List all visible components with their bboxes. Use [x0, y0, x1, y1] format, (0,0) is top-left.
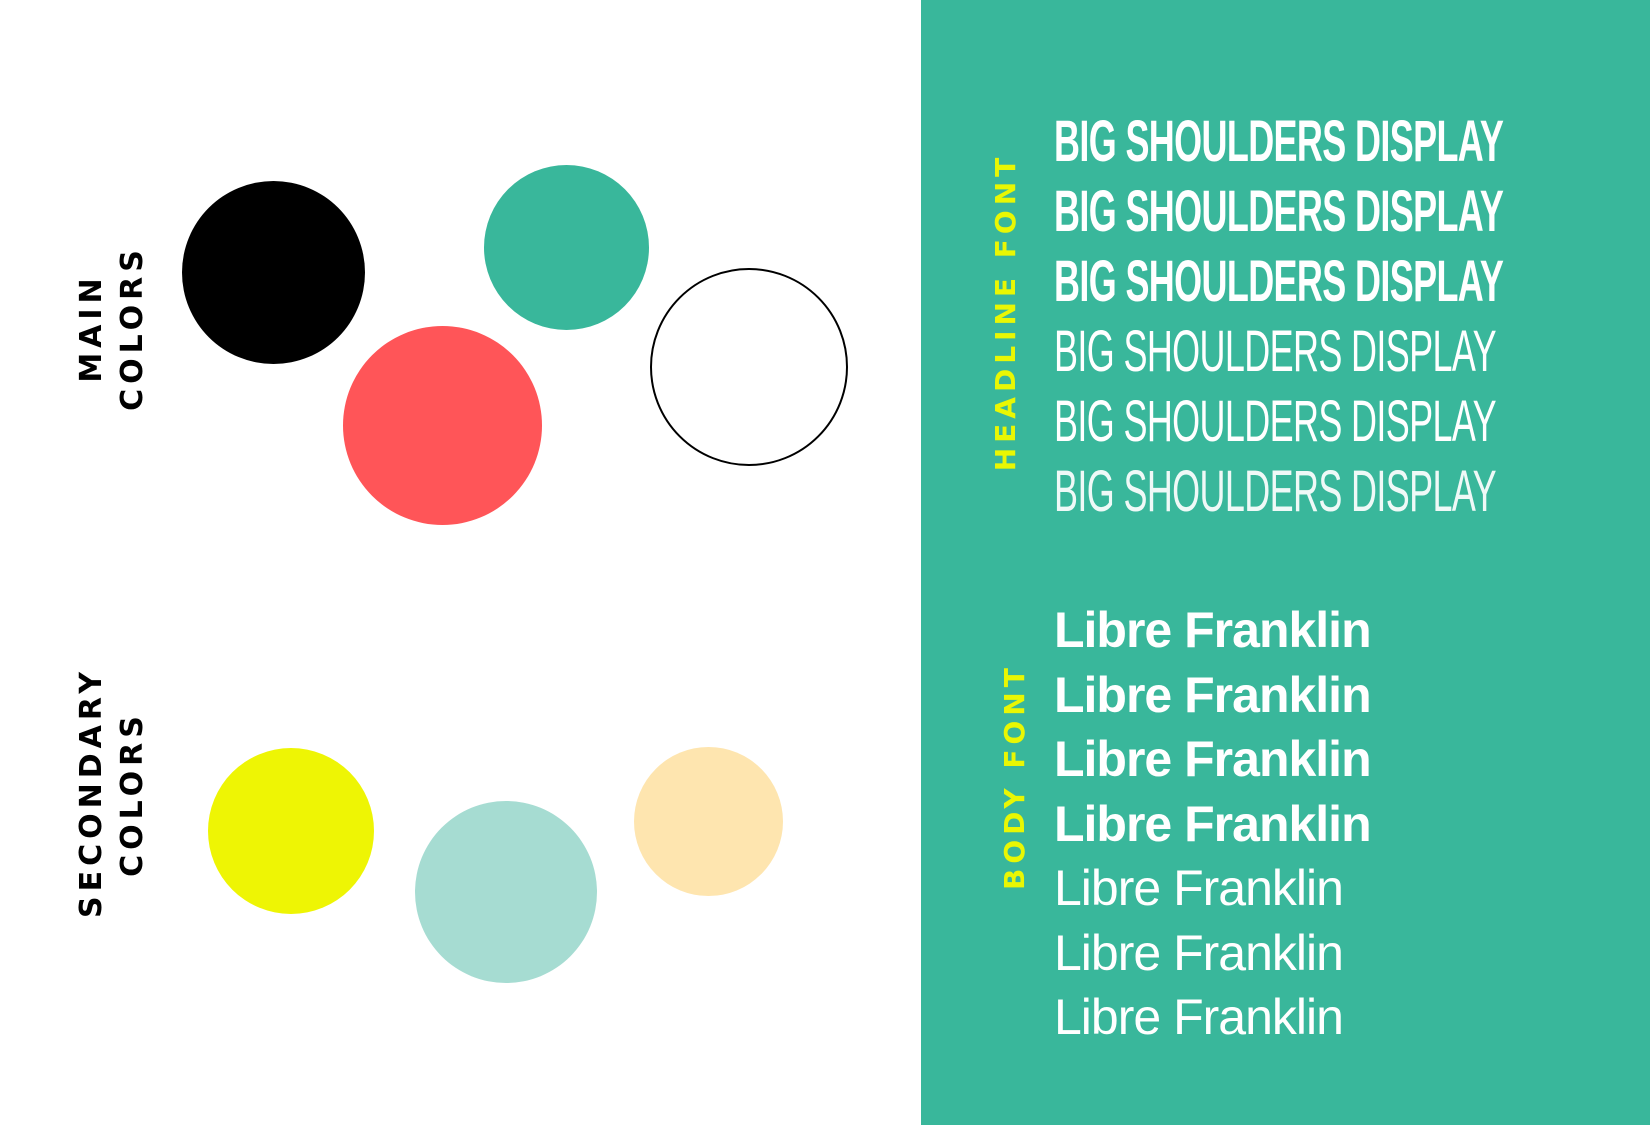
secondary-colors-label-line1: SECONDARY: [74, 666, 109, 918]
headline-font-samples: BIG SHOULDERS DISPLAY BIG SHOULDERS DISP…: [1054, 107, 1650, 527]
body-sample-regular: Libre Franklin: [1054, 860, 1344, 916]
body-font-label: BODY FONT: [998, 663, 1031, 890]
main-colors-label-line1: MAIN: [74, 273, 109, 383]
headline-font-label: HEADLINE FONT: [989, 152, 1022, 472]
main-colors-label-line2: COLORS: [115, 245, 150, 411]
secondary-color-swatch-mint: [415, 801, 597, 983]
secondary-color-swatch-yellow: [208, 748, 374, 914]
main-color-swatch-white: [650, 268, 848, 466]
main-color-swatch-black: [182, 181, 365, 364]
brand-style-sheet: MAIN COLORS SECONDARY COLORS HEADLINE FO…: [0, 0, 1650, 1125]
main-color-swatch-teal: [484, 165, 649, 330]
body-sample-light: Libre Franklin: [1054, 924, 1344, 981]
secondary-color-swatch-peach: [634, 747, 783, 896]
headline-sample-light: BIG SHOULDERS DISPLAY: [1054, 389, 1497, 454]
body-sample-bold: Libre Franklin: [1054, 731, 1372, 787]
headline-sample-regular: BIG SHOULDERS DISPLAY: [1054, 319, 1497, 384]
headline-sample-thin: BIG SHOULDERS DISPLAY: [1054, 459, 1497, 524]
secondary-colors-label: SECONDARY COLORS: [71, 666, 153, 918]
headline-sample-extrabold: BIG SHOULDERS DISPLAY: [1054, 179, 1504, 244]
color-palette-panel: MAIN COLORS SECONDARY COLORS: [0, 0, 921, 1125]
headline-sample-black: BIG SHOULDERS DISPLAY: [1054, 109, 1504, 174]
body-sample-extralight: Libre Franklin: [1054, 989, 1344, 1045]
body-font-samples: Libre Franklin Libre Franklin Libre Fran…: [1054, 598, 1372, 1050]
body-sample-black: Libre Franklin: [1054, 602, 1372, 658]
main-colors-label: MAIN COLORS: [71, 213, 153, 443]
secondary-colors-label-line2: COLORS: [115, 711, 150, 877]
main-color-swatch-coral: [343, 326, 542, 525]
body-sample-semibold: Libre Franklin: [1054, 795, 1372, 852]
headline-sample-bold: BIG SHOULDERS DISPLAY: [1054, 249, 1504, 314]
body-sample-extrabold: Libre Franklin: [1054, 666, 1372, 723]
